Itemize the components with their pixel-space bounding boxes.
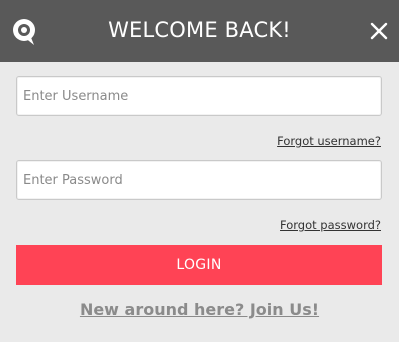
dialog-title: WELCOME BACK! <box>108 18 291 42</box>
dialog-header: WELCOME BACK! <box>0 0 399 62</box>
password-input[interactable] <box>16 160 382 200</box>
login-button[interactable]: LOGIN <box>16 245 382 285</box>
close-icon[interactable] <box>368 20 390 42</box>
join-us-link[interactable]: New around here? Join Us! <box>0 300 399 319</box>
username-input[interactable] <box>16 76 382 116</box>
forgot-password-link[interactable]: Forgot password? <box>280 218 381 232</box>
forgot-username-link[interactable]: Forgot username? <box>277 134 381 148</box>
login-dialog: WELCOME BACK! Forgot username? Forgot pa… <box>0 0 399 342</box>
